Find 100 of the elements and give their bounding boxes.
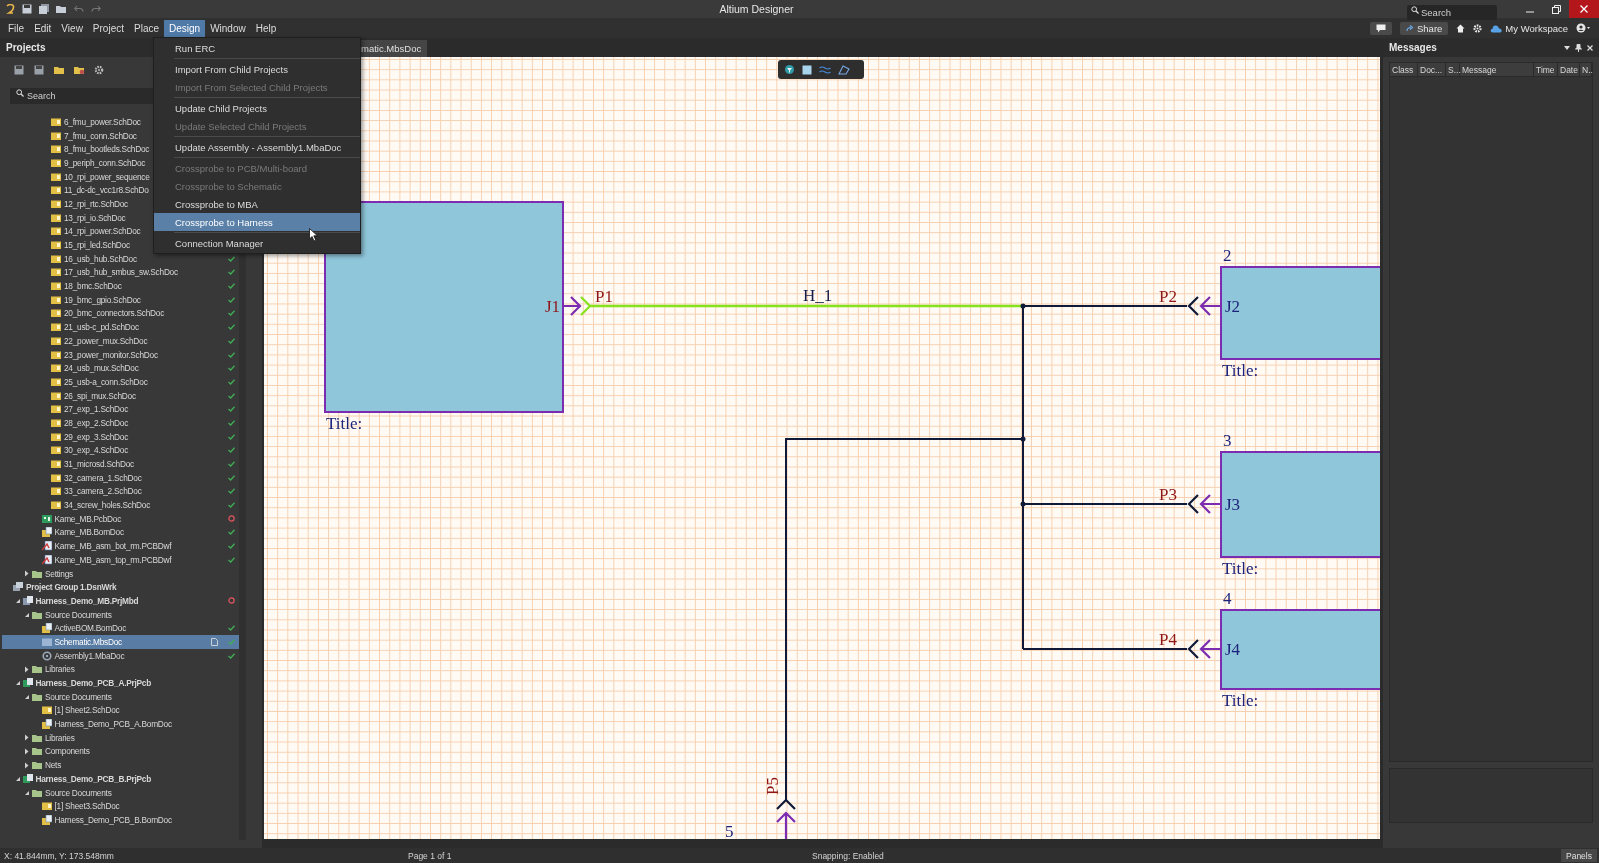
menu-item[interactable]: Project [87,19,129,37]
settings-button[interactable] [92,63,106,77]
expand-arrow-icon[interactable] [24,665,29,673]
tree-item[interactable]: Source Documents [2,607,239,622]
menu-item[interactable]: View [56,19,88,37]
schematic-file-icon [51,349,61,360]
menu-item[interactable]: Import From Child Projects [154,60,360,78]
home-icon [1456,23,1466,33]
multiboard-file-icon [41,636,52,647]
schematic-file-icon [51,130,61,141]
schematic-file-icon [51,116,61,127]
save-all-button[interactable] [32,63,46,77]
workspace-button[interactable]: My Workspace [1490,22,1568,34]
schematic-file-icon [51,404,61,415]
column-header[interactable]: N.. [1580,63,1592,76]
column-header[interactable]: Message [1460,63,1534,76]
menu-item[interactable]: Run ERC [154,39,360,57]
folder-icon [32,746,42,757]
pin-icon[interactable] [1575,43,1582,52]
tree-item[interactable]: Harness_Demo_PCB_A.BomDoc [2,717,239,731]
tree-item[interactable]: ActiveBOM.BomDoc [2,621,239,636]
menu-item[interactable]: Update Assembly - Assembly1.MbaDoc [154,138,360,156]
menu-item[interactable]: Place [129,19,164,37]
tree-item[interactable]: 20_bmc_connectors.SchDoc [2,306,239,321]
schematic-file-icon [51,445,61,456]
designator: J3 [1225,495,1241,514]
menu-item[interactable]: Connection Manager [154,234,360,252]
tree-item[interactable]: Kame_MB_asm_top_rm.PCBDwf [2,553,239,567]
tree-item[interactable]: Harness_Demo_PCB_A.PrjPcb [2,676,239,690]
tree-item[interactable]: 31_microsd.SchDoc [2,457,239,471]
tree-item[interactable]: Harness_Demo_PCB_B.BomDoc [2,813,239,827]
tree-item[interactable]: Harness_Demo_MB.PrjMbd [2,594,239,608]
tree-item[interactable]: 19_bmc_gpio.SchDoc [2,292,239,307]
tree-item[interactable]: 18_bmc.SchDoc [2,279,239,293]
tree-item[interactable]: Assembly1.MbaDoc [2,648,239,663]
tree-item[interactable]: [1] Sheet2.SchDoc [2,703,239,718]
tree-item[interactable]: Schematic.MbsDoc [2,635,239,649]
search-field[interactable]: Search [1407,4,1497,20]
comment-button[interactable] [1370,21,1392,35]
expand-arrow-icon[interactable] [24,570,29,578]
column-header[interactable]: Time [1534,63,1558,76]
sheet-number: 3 [1223,431,1232,450]
tree-item[interactable]: 32_camera_1.SchDoc [2,470,239,485]
tree-item[interactable]: Source Documents [2,785,239,800]
tree-item[interactable]: 34_screw_holes.SchDoc [2,498,239,512]
column-header[interactable]: S... [1446,63,1460,76]
schematic-file-icon [51,431,61,442]
menu-item[interactable]: Edit [29,19,57,37]
wave-icon[interactable] [819,64,831,75]
menu-item[interactable]: Window [205,19,251,37]
cursor-coordinates: X: 41.844mm, Y: 173.548mm [4,850,115,861]
tree-item[interactable]: 23_power_monitor.SchDoc [2,347,239,362]
tree-item[interactable]: Kame_MB.PcbDoc [2,511,239,526]
tree-item[interactable]: 25_usb-a_conn.SchDoc [2,375,239,389]
tree-item[interactable]: 21_usb-c_pd.SchDoc [2,320,239,334]
schematic-file-icon [51,267,61,278]
tree-item[interactable]: Libraries [2,662,239,677]
save-button[interactable] [12,63,26,77]
save-all-icon [39,4,49,14]
tree-item[interactable]: 26_spi_mux.SchDoc [2,388,239,403]
tree-item[interactable]: Kame_MB.BomDoc [2,525,239,540]
designator: J2 [1225,297,1241,316]
tree-item[interactable]: Nets [2,758,239,772]
tree-item[interactable]: [1] Sheet3.SchDoc [2,799,239,814]
tree-item[interactable]: 33_camera_2.SchDoc [2,484,239,499]
tree-item[interactable]: 28_exp_2.SchDoc [2,416,239,430]
close-icon[interactable] [1587,44,1593,51]
polygon-icon[interactable] [838,64,850,75]
menu-item[interactable]: File [3,19,30,37]
tree-item[interactable]: Components [2,744,239,759]
dropdown-icon[interactable] [1564,45,1570,50]
tree-item[interactable]: 29_exp_3.SchDoc [2,429,239,444]
share-button[interactable]: Share [1400,21,1449,35]
schematic-file-icon [51,253,61,264]
square-icon[interactable] [802,64,812,75]
tree-item[interactable]: Libraries [2,730,239,745]
filter-icon[interactable] [784,64,795,75]
column-header[interactable]: Class [1390,63,1418,76]
document-tab[interactable]: matic.MbsDoc [361,40,428,57]
tree-item[interactable]: Harness_Demo_PCB_B.PrjPcb [2,772,239,786]
tree-item[interactable]: 24_usb_mux.SchDoc [2,361,239,376]
menu-item[interactable]: Design [164,19,206,37]
tree-item[interactable]: 16_usb_hub.SchDoc [2,251,239,266]
tree-item[interactable]: Project Group 1.DsnWrk [2,580,239,595]
tree-item[interactable]: 17_usb_hub_smbus_sw.SchDoc [2,265,239,280]
tree-item[interactable]: Kame_MB_asm_bot_rm.PCBDwf [2,539,239,553]
tree-item[interactable]: 30_exp_4.SchDoc [2,443,239,458]
column-header[interactable]: Doc... [1418,63,1446,76]
board-file-icon [41,513,52,524]
harness-connector [1187,638,1223,660]
tree-item[interactable]: 22_power_mux.SchDoc [2,334,239,348]
column-header[interactable]: Date [1558,63,1580,76]
tree-item[interactable]: 27_exp_1.SchDoc [2,402,239,417]
tree-item[interactable]: Source Documents [2,689,239,704]
tree-item[interactable]: Settings [2,566,239,581]
close-button[interactable] [1569,0,1599,18]
menu-item[interactable]: Help [250,19,282,37]
panels-button[interactable]: Panels [1561,849,1597,862]
menu-item[interactable]: Crossprobe to MBA [154,195,360,213]
menu-item[interactable]: Crossprobe to Harness [154,213,360,231]
